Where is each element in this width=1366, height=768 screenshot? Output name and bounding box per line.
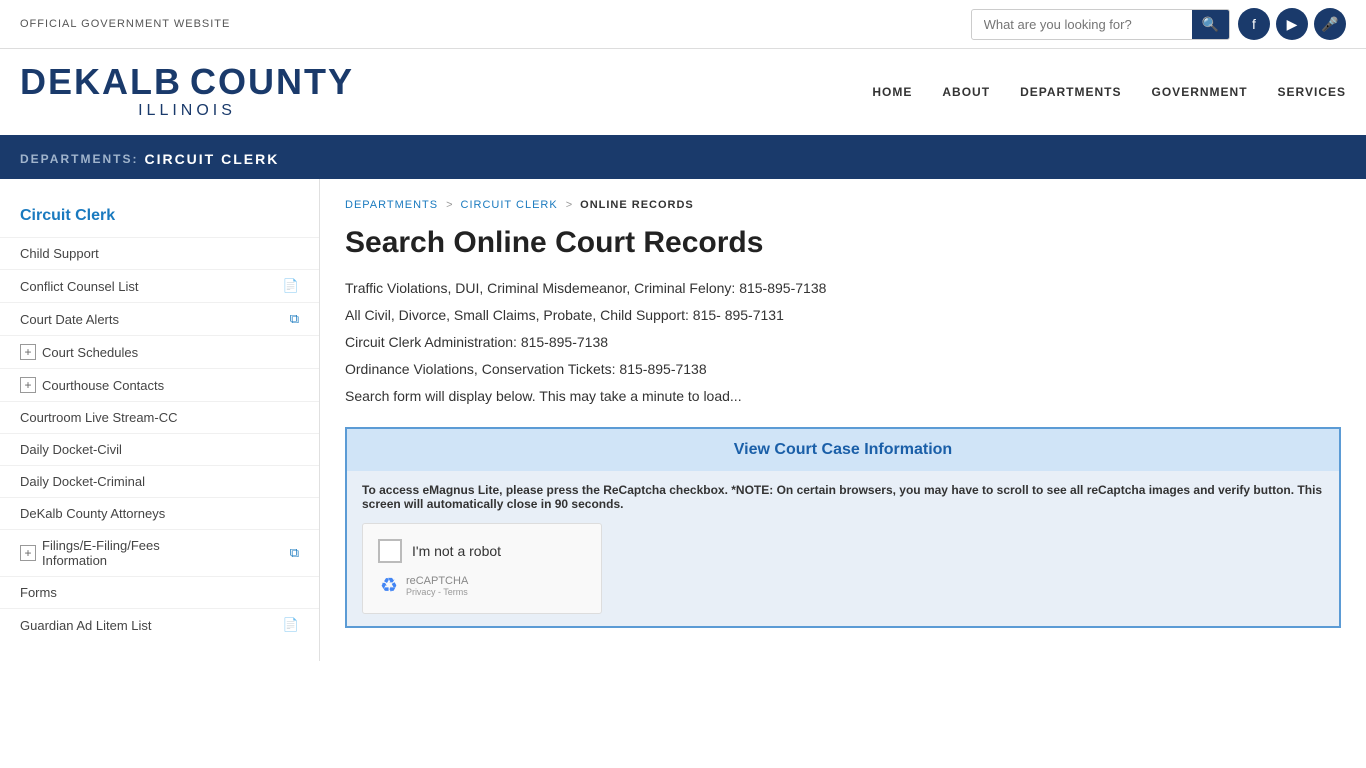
breadcrumb-sep-1: >: [446, 199, 452, 211]
pdf-icon-2: 📄: [283, 617, 299, 633]
filings-label: Filings/E-Filing/FeesInformation: [42, 538, 160, 568]
logo-illinois: ILLINOIS: [20, 102, 354, 120]
youtube-icon[interactable]: ▶: [1276, 8, 1308, 40]
plus-icon: +: [20, 344, 36, 360]
courtroom-live-stream-label: Courtroom Live Stream-CC: [20, 410, 178, 425]
contact-line-2: All Civil, Divorce, Small Claims, Probat…: [345, 305, 1341, 326]
pdf-icon: 📄: [283, 278, 299, 294]
recaptcha-row: I'm not a robot: [378, 539, 586, 563]
conflict-counsel-label: Conflict Counsel List: [20, 279, 139, 294]
sidebar-item-guardian-ad-litem[interactable]: Guardian Ad Litem List 📄: [0, 608, 319, 641]
recaptcha-checkbox[interactable]: [378, 539, 402, 563]
sidebar-item-conflict-counsel[interactable]: Conflict Counsel List 📄: [0, 269, 319, 302]
page-title: Search Online Court Records: [345, 226, 1341, 260]
facebook-icon[interactable]: f: [1238, 8, 1270, 40]
sidebar-item-daily-docket-civil[interactable]: Daily Docket-Civil: [0, 433, 319, 465]
sidebar-item-courthouse-contacts[interactable]: + Courthouse Contacts: [0, 368, 319, 401]
dept-bar-label: DEPARTMENTS:: [20, 152, 138, 166]
breadcrumb-circuit-clerk[interactable]: CIRCUIT CLERK: [461, 199, 558, 211]
sidebar-item-court-schedules[interactable]: + Court Schedules: [0, 335, 319, 368]
dept-bar-name: CIRCUIT CLERK: [144, 151, 279, 167]
court-date-alerts-label: Court Date Alerts: [20, 312, 119, 327]
main-content: DEPARTMENTS > CIRCUIT CLERK > ONLINE REC…: [320, 179, 1366, 661]
site-logo[interactable]: DEKALB COUNTY ILLINOIS: [20, 64, 354, 120]
sidebar-item-child-support[interactable]: Child Support: [0, 237, 319, 269]
logo-dekalb: DEKALB: [20, 64, 182, 100]
social-icons: f ▶ 🎤: [1238, 8, 1346, 40]
guardian-ad-litem-label: Guardian Ad Litem List: [20, 618, 152, 633]
dept-bar: DEPARTMENTS: CIRCUIT CLERK: [0, 139, 1366, 179]
plus-icon-3: +: [20, 545, 36, 561]
court-schedules-label: Court Schedules: [42, 345, 138, 360]
search-input[interactable]: [972, 11, 1192, 38]
official-text: OFFICIAL GOVERNMENT WEBSITE: [20, 18, 230, 30]
sidebar-item-courtroom-live-stream[interactable]: Courtroom Live Stream-CC: [0, 401, 319, 433]
sidebar-item-forms[interactable]: Forms: [0, 576, 319, 608]
child-support-label: Child Support: [20, 246, 99, 261]
sidebar-item-dekalb-county-attorneys[interactable]: DeKalb County Attorneys: [0, 497, 319, 529]
breadcrumb: DEPARTMENTS > CIRCUIT CLERK > ONLINE REC…: [345, 199, 1341, 211]
breadcrumb-departments[interactable]: DEPARTMENTS: [345, 199, 438, 211]
sidebar: Circuit Clerk Child Support Conflict Cou…: [0, 179, 320, 661]
contact-line-3: Circuit Clerk Administration: 815-895-71…: [345, 332, 1341, 353]
breadcrumb-current: ONLINE RECORDS: [580, 199, 694, 211]
breadcrumb-sep-2: >: [566, 199, 572, 211]
external-link-icon: ⧉: [290, 311, 299, 327]
court-records-header: View Court Case Information: [347, 429, 1339, 471]
courthouse-contacts-label: Courthouse Contacts: [42, 378, 164, 393]
dekalb-county-attorneys-label: DeKalb County Attorneys: [20, 506, 165, 521]
recaptcha-privacy: Privacy - Terms: [406, 587, 468, 597]
recaptcha-instruction: To access eMagnus Lite, please press the…: [362, 483, 1324, 511]
contact-line-1: Traffic Violations, DUI, Criminal Misdem…: [345, 278, 1341, 299]
mic-icon[interactable]: 🎤: [1314, 8, 1346, 40]
view-court-case-link[interactable]: View Court Case Information: [734, 441, 952, 458]
search-bar[interactable]: 🔍: [971, 9, 1230, 40]
contact-info: Traffic Violations, DUI, Criminal Misdem…: [345, 278, 1341, 407]
logo-county: COUNTY: [190, 64, 354, 100]
court-records-body: To access eMagnus Lite, please press the…: [347, 471, 1339, 626]
recaptcha-label: I'm not a robot: [412, 543, 501, 559]
sidebar-item-daily-docket-criminal[interactable]: Daily Docket-Criminal: [0, 465, 319, 497]
sidebar-item-filings[interactable]: + Filings/E-Filing/FeesInformation ⧉: [0, 529, 319, 576]
contact-line-5: Search form will display below. This may…: [345, 386, 1341, 407]
site-header: DEKALB COUNTY ILLINOIS HOME ABOUT DEPART…: [0, 49, 1366, 139]
recaptcha-icon: ♻: [380, 573, 398, 598]
nav-government[interactable]: GOVERNMENT: [1152, 85, 1248, 99]
main-nav: HOME ABOUT DEPARTMENTS GOVERNMENT SERVIC…: [872, 85, 1346, 99]
recaptcha-text: reCAPTCHA: [406, 575, 468, 587]
recaptcha-text-group: reCAPTCHA Privacy - Terms: [406, 575, 468, 597]
sidebar-item-court-date-alerts[interactable]: Court Date Alerts ⧉: [0, 302, 319, 335]
recaptcha-box[interactable]: I'm not a robot ♻ reCAPTCHA Privacy - Te…: [362, 523, 602, 614]
plus-icon-2: +: [20, 377, 36, 393]
sidebar-title[interactable]: Circuit Clerk: [0, 199, 319, 237]
contact-line-4: Ordinance Violations, Conservation Ticke…: [345, 359, 1341, 380]
forms-label: Forms: [20, 585, 57, 600]
recaptcha-logo-row: ♻ reCAPTCHA Privacy - Terms: [378, 573, 586, 598]
nav-home[interactable]: HOME: [872, 85, 912, 99]
nav-services[interactable]: SERVICES: [1278, 85, 1346, 99]
nav-about[interactable]: ABOUT: [942, 85, 990, 99]
nav-departments[interactable]: DEPARTMENTS: [1020, 85, 1121, 99]
content-area: Circuit Clerk Child Support Conflict Cou…: [0, 179, 1366, 661]
top-right: 🔍 f ▶ 🎤: [971, 8, 1346, 40]
daily-docket-civil-label: Daily Docket-Civil: [20, 442, 122, 457]
top-bar: OFFICIAL GOVERNMENT WEBSITE 🔍 f ▶ 🎤: [0, 0, 1366, 49]
external-link-icon-2: ⧉: [290, 545, 299, 561]
court-records-box: View Court Case Information To access eM…: [345, 427, 1341, 628]
daily-docket-criminal-label: Daily Docket-Criminal: [20, 474, 145, 489]
search-button[interactable]: 🔍: [1192, 10, 1229, 39]
